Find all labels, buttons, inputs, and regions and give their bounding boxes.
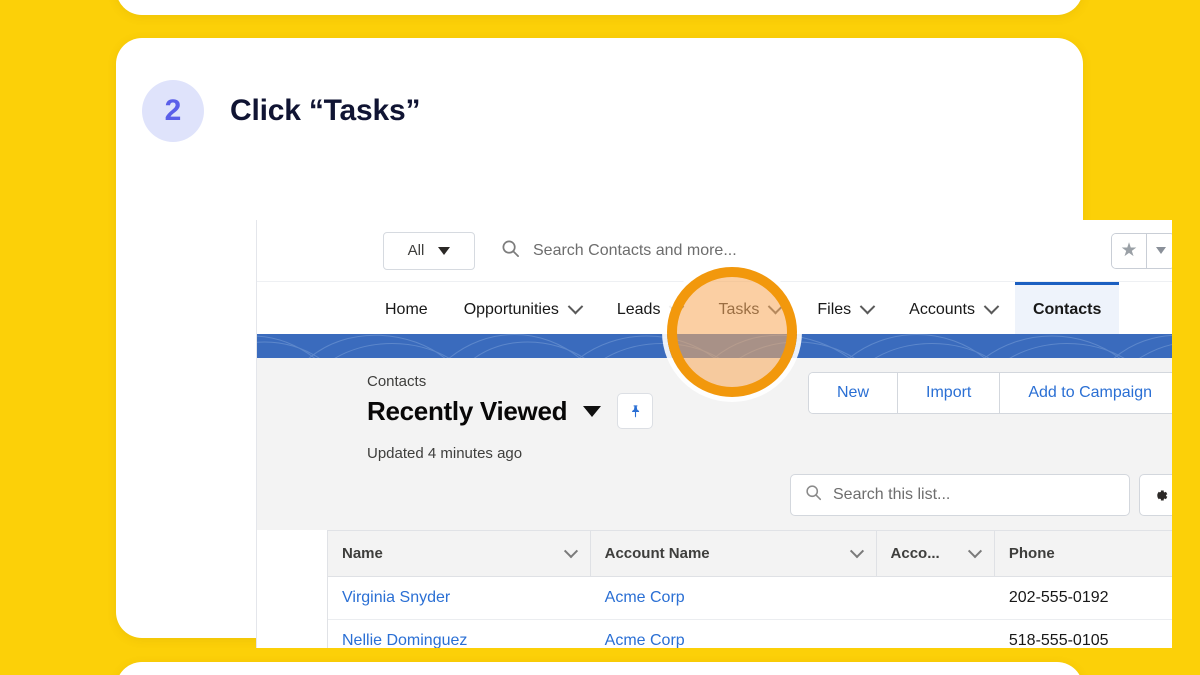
chevron-down-icon [568,299,584,315]
list-view-name: Recently Viewed [367,396,567,427]
tab-leads[interactable]: Leads [599,282,701,334]
tab-opportunities[interactable]: Opportunities [446,282,599,334]
embedded-screenshot: All Search Contacts and more... ★ [256,220,1172,648]
favorites-button-group[interactable]: ★ [1111,233,1172,269]
tab-label: Contacts [1033,301,1101,319]
tab-label: Tasks [718,301,759,319]
tab-accounts[interactable]: Accounts [891,282,1015,334]
global-search-placeholder: Search Contacts and more... [533,242,737,260]
import-button[interactable]: Import [898,373,1000,413]
column-header-phone[interactable]: Phone [995,531,1172,576]
column-label: Acco... [891,545,940,562]
search-scope-label: All [408,242,425,259]
global-search-input[interactable]: Search Contacts and more... [475,232,1111,270]
column-label: Phone [1009,545,1055,562]
navigation-tabs: Home Opportunities Leads Tasks [256,282,1172,334]
favorites-button[interactable]: ★ [1112,234,1146,268]
chevron-down-icon [564,544,578,558]
caret-down-icon[interactable] [583,406,601,417]
tab-label: Opportunities [464,301,559,319]
search-icon [501,239,520,263]
cell-account-name[interactable]: Acme Corp [591,620,877,648]
tab-tasks[interactable]: Tasks [700,282,799,334]
tab-files[interactable]: Files [799,282,891,334]
previous-step-card [116,0,1083,15]
add-to-campaign-button[interactable]: Add to Campaign [1000,373,1172,413]
tab-label: Home [385,301,428,319]
step-header: 2 Click “Tasks” [142,80,420,142]
page-title: Click “Tasks” [230,94,420,128]
table-row[interactable]: Nellie Dominguez Acme Corp 518-555-0105 [328,620,1172,648]
cell-name[interactable]: Nellie Dominguez [328,620,591,648]
decorative-banner [256,334,1172,358]
chevron-down-icon [984,299,1000,315]
global-search-bar: All Search Contacts and more... ★ [256,220,1172,282]
cell-phone: 518-555-0105 [995,620,1172,648]
tab-contacts[interactable]: Contacts [1015,282,1119,334]
tab-home[interactable]: Home [367,282,446,334]
chevron-down-icon [1156,247,1166,254]
contacts-table: Name Account Name Acco... Phone [327,530,1172,648]
star-icon: ★ [1120,241,1137,260]
list-settings-button[interactable] [1139,474,1172,516]
list-action-buttons: New Import Add to Campaign [808,372,1172,414]
chevron-down-icon [438,247,450,255]
list-updated-text: Updated 4 minutes ago [367,445,808,462]
column-label: Account Name [605,545,710,562]
cell-account-site [877,620,995,648]
chevron-down-icon [768,299,784,315]
cell-phone: 202-555-0192 [995,577,1172,619]
chevron-down-icon [860,299,876,315]
chevron-down-icon [669,299,685,315]
chevron-down-icon [849,544,863,558]
new-button[interactable]: New [809,373,898,413]
chevron-down-icon [968,544,982,558]
pin-list-button[interactable] [617,393,653,429]
step-number-badge: 2 [142,80,204,142]
cell-account-site [877,577,995,619]
table-row[interactable]: Virginia Snyder Acme Corp 202-555-0192 [328,577,1172,620]
search-icon [805,484,822,506]
column-header-account-name[interactable]: Account Name [591,531,877,576]
gear-icon [1151,486,1170,505]
list-search-input[interactable]: Search this list... [790,474,1130,516]
favorites-dropdown-button[interactable] [1146,234,1172,268]
list-toolbar: Search this list... [256,462,1172,530]
cell-name[interactable]: Virginia Snyder [328,577,591,619]
step-card: 2 Click “Tasks” All Search Contacts and … [116,38,1083,638]
page-background: 2 Click “Tasks” All Search Contacts and … [0,0,1200,675]
cell-account-name[interactable]: Acme Corp [591,577,877,619]
tab-label: Accounts [909,301,975,319]
column-header-account-site[interactable]: Acco... [877,531,995,576]
list-view-header-area: Contacts Recently Viewed Updat [256,358,1172,530]
table-header-row: Name Account Name Acco... Phone [328,531,1172,577]
tab-label: Files [817,301,851,319]
column-label: Name [342,545,383,562]
list-search-placeholder: Search this list... [833,486,950,504]
list-view-header: Contacts Recently Viewed Updat [256,372,1172,462]
column-header-name[interactable]: Name [328,531,591,576]
next-step-card [116,662,1083,675]
pin-icon [628,404,643,419]
search-scope-select[interactable]: All [383,232,475,270]
tab-label: Leads [617,301,661,319]
object-name: Contacts [367,372,808,392]
